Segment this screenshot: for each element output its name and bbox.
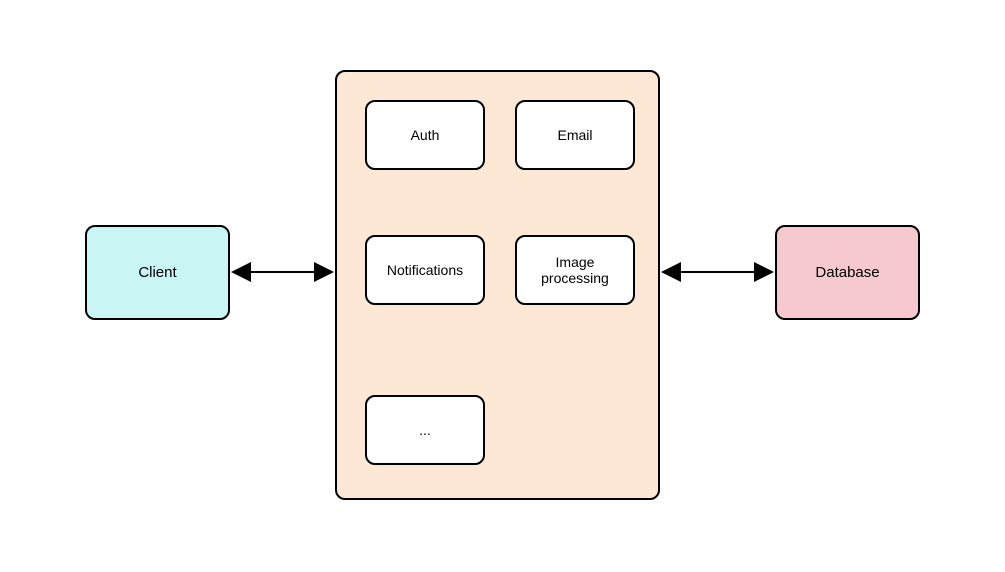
- service-notifications: Notifications: [365, 235, 485, 305]
- client-label: Client: [138, 264, 176, 281]
- service-ellipsis: ...: [365, 395, 485, 465]
- arrow-server-database: [660, 260, 775, 285]
- service-image-processing-label: Image processing: [541, 254, 609, 286]
- service-image-processing: Image processing: [515, 235, 635, 305]
- service-email: Email: [515, 100, 635, 170]
- database-label: Database: [815, 264, 879, 281]
- arrow-client-server: [230, 260, 335, 285]
- service-auth-label: Auth: [411, 127, 440, 143]
- database-node: Database: [775, 225, 920, 320]
- service-ellipsis-label: ...: [419, 422, 431, 438]
- client-node: Client: [85, 225, 230, 320]
- service-email-label: Email: [557, 127, 592, 143]
- service-auth: Auth: [365, 100, 485, 170]
- service-notifications-label: Notifications: [387, 262, 463, 278]
